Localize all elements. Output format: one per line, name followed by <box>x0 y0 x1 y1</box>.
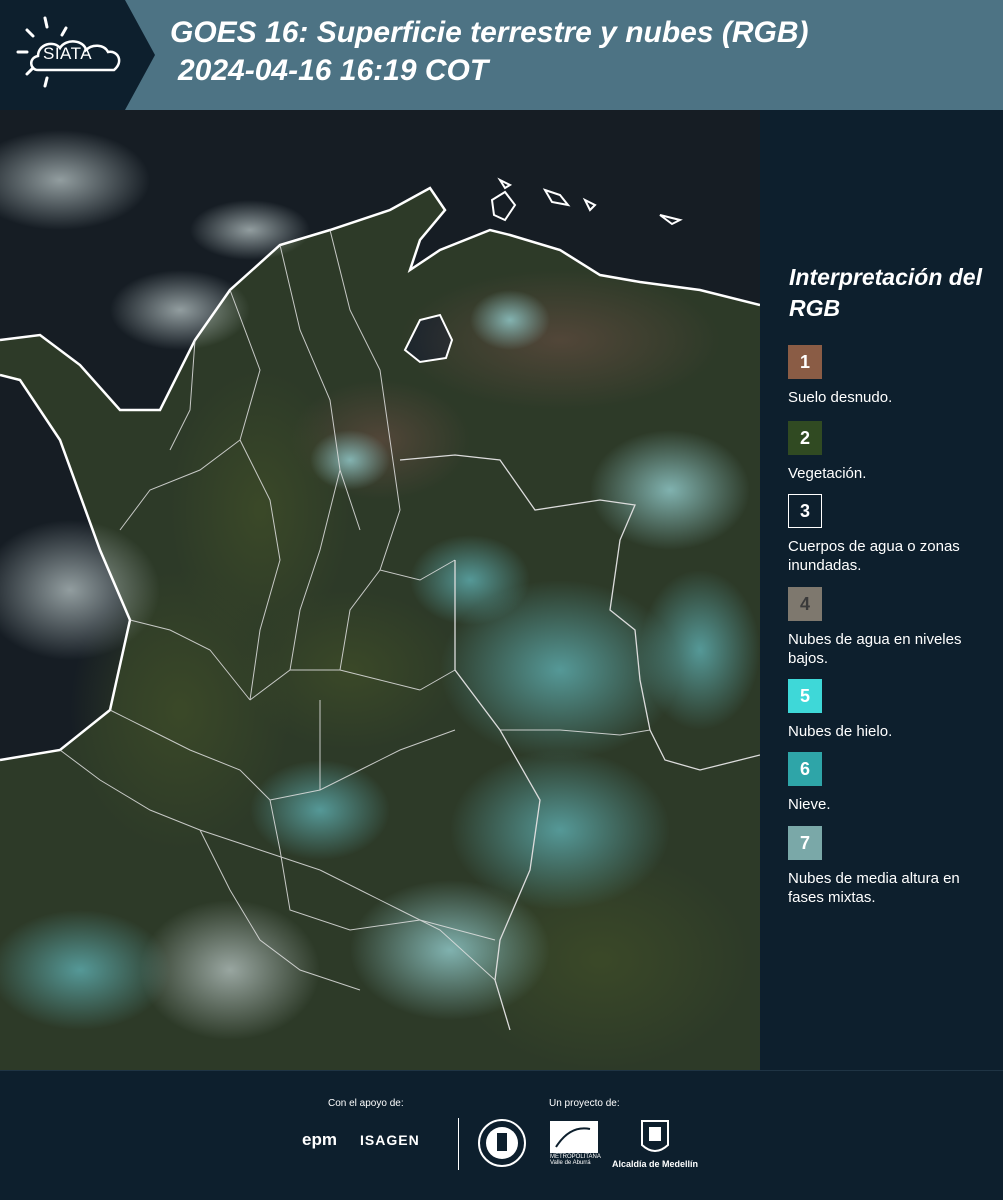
legend-label-4: Nubes de agua en niveles bajos. <box>788 631 962 667</box>
legend-swatch-2: 2 <box>788 421 822 455</box>
satellite-map[interactable] <box>0 110 760 1070</box>
alcaldia-text: Alcaldía de Medellín <box>612 1159 699 1169</box>
title-timestamp: 2024-04-16 16:19 COT <box>178 54 489 87</box>
legend-title: Interpretación del RGB <box>789 264 982 321</box>
legend-item-3: 3 Cuerpos de agua o zonas inundadas. <box>788 494 998 575</box>
project-label: Un proyecto de: <box>549 1098 620 1109</box>
legend-swatch-3: 3 <box>788 494 822 528</box>
footer-divider <box>458 1118 459 1170</box>
satellite-image <box>0 110 760 1070</box>
header: SIATA GOES 16: Superficie terrestre y nu… <box>0 0 1003 110</box>
legend-label-5: Nubes de hielo. <box>788 723 893 740</box>
legend-swatch-4: 4 <box>788 587 822 621</box>
legend-swatch-7: 7 <box>788 826 822 860</box>
legend-item-4: 4 Nubes de agua en niveles bajos. <box>788 587 998 668</box>
footer: Con el apoyo de: Un proyecto de: epm ISA… <box>0 1070 1003 1200</box>
support-label: Con el apoyo de: <box>328 1098 404 1109</box>
legend-item-7: 7 Nubes de media altura en fases mixtas. <box>788 826 998 907</box>
page-title: GOES 16: Superficie terrestre y nubes (R… <box>170 14 809 90</box>
epm-logo: epm <box>302 1130 337 1149</box>
medellin-seal-icon <box>478 1119 526 1167</box>
legend-item-2: 2 Vegetación. <box>788 421 998 483</box>
legend-item-6: 6 Nieve. <box>788 752 998 814</box>
legend-item-1: 1 Suelo desnudo. <box>788 345 998 407</box>
legend-label-7: Nubes de media altura en fases mixtas. <box>788 870 960 906</box>
logo-text: SIATA <box>43 44 93 63</box>
siata-logo: SIATA <box>0 0 155 110</box>
area-metropolitana-text: METROPOLITANA Valle de Aburrá <box>550 1154 601 1166</box>
legend-label-1: Suelo desnudo. <box>788 389 893 406</box>
legend-label-2: Vegetación. <box>788 465 867 482</box>
alcaldia-shield-icon <box>641 1120 669 1152</box>
legend-item-5: 5 Nubes de hielo. <box>788 679 998 741</box>
legend-swatch-5: 5 <box>788 679 822 713</box>
title-product: GOES 16: Superficie terrestre y nubes (R… <box>170 16 809 49</box>
rgb-legend: Interpretación del RGB 1 Suelo desnudo. … <box>760 110 1003 1070</box>
legend-swatch-6: 6 <box>788 752 822 786</box>
legend-label-6: Nieve. <box>788 796 831 813</box>
legend-swatch-1: 1 <box>788 345 822 379</box>
isagen-logo: ISAGEN <box>360 1132 420 1148</box>
legend-label-3: Cuerpos de agua o zonas inundadas. <box>788 538 960 574</box>
